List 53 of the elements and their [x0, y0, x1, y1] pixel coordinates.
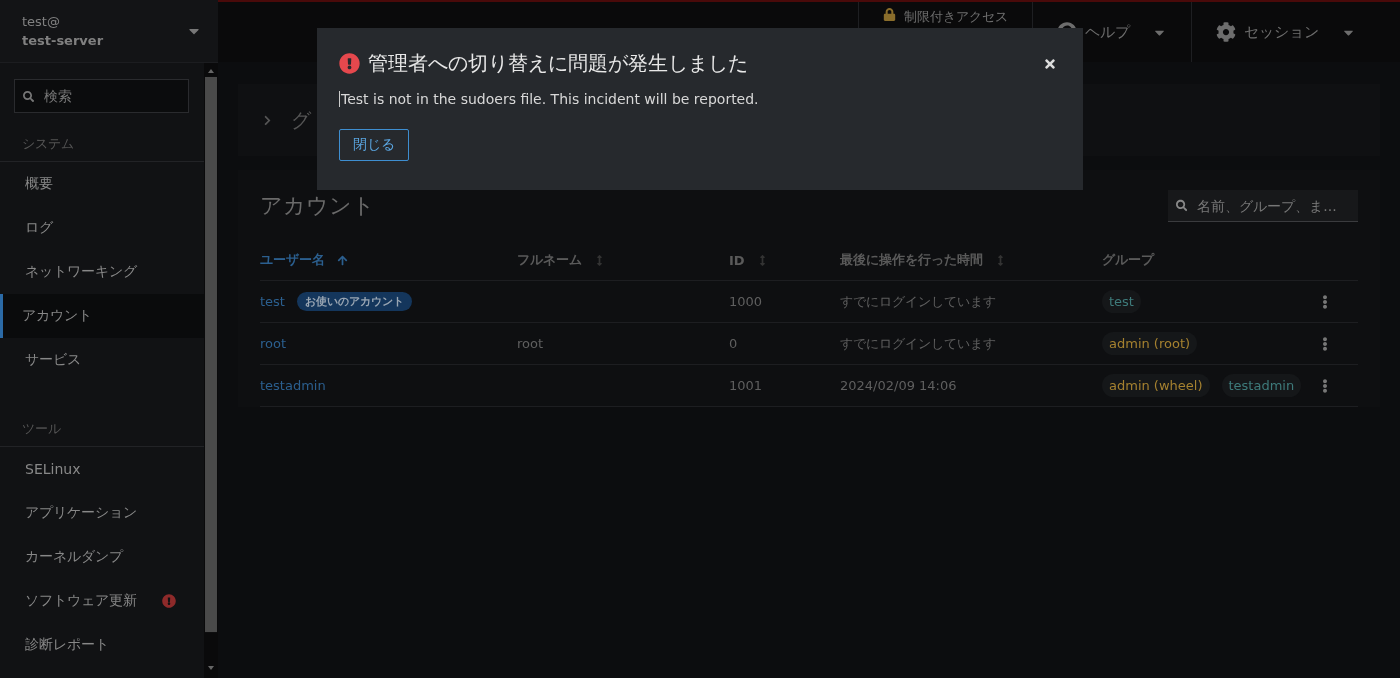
sidebar-item[interactable]: サービス [0, 338, 204, 382]
lock-icon [883, 8, 896, 21]
sidebar-item[interactable]: ログ [0, 206, 204, 250]
account-badge: お使いのアカウント [296, 292, 412, 311]
dialog-title: 管理者への切り替えに問題が発生しました [368, 50, 749, 77]
sidebar-item[interactable]: アプリケーション [0, 491, 204, 535]
group-tag: testadmin [1221, 374, 1302, 397]
card-title: アカウント [260, 192, 375, 220]
username-link[interactable]: test [260, 294, 285, 309]
table-cell: 1000 [729, 294, 763, 309]
username-link[interactable]: root [260, 336, 287, 351]
table-cell: root [517, 336, 544, 351]
group-tag: admin (root) [1102, 332, 1198, 355]
table-cell: 0 [729, 336, 738, 351]
chevron-icon [262, 114, 273, 126]
table-cell: すでにログインしています [840, 292, 996, 311]
group-tag: admin (wheel) [1102, 374, 1210, 397]
column-header[interactable]: グループ [1102, 240, 1318, 281]
table-cell: 1001 [729, 378, 763, 393]
close-icon [1043, 56, 1057, 71]
scrollbar[interactable] [204, 63, 218, 678]
sidebar-item[interactable]: 診断レポート [0, 623, 204, 667]
session-menu[interactable]: セッション [1191, 2, 1380, 62]
column-header[interactable]: ID [729, 240, 840, 281]
table-cell: すでにログインしています [840, 334, 996, 353]
group-tag: test [1102, 290, 1141, 313]
dialog-message: Test is not in the sudoers file. This incident will be reported. [339, 91, 1061, 107]
error-icon [339, 53, 360, 74]
search-icon [23, 89, 35, 103]
sidebar-item[interactable]: SELinux [0, 447, 204, 491]
column-header[interactable]: 最後に操作を行った時間 [840, 240, 1102, 281]
host-server: test-server [22, 33, 104, 48]
host-user: test@ [22, 14, 61, 29]
username-link[interactable]: testadmin [260, 378, 326, 393]
sidebar-item[interactable]: ソフトウェア更新 [0, 579, 204, 623]
filter-box[interactable]: 名前、グループ、ま... [1168, 190, 1358, 222]
settings-icon [1216, 22, 1236, 42]
sidebar-item[interactable]: 概要 [0, 162, 204, 206]
sidebar-item[interactable]: アカウント [0, 294, 204, 338]
search-box[interactable]: 検索 [14, 79, 189, 113]
breadcrumb-text: グ [291, 106, 311, 134]
search-field[interactable]: 検索 [42, 87, 180, 105]
close-dialog-button[interactable]: 閉じる [339, 129, 409, 161]
table-cell: 2024/02/09 14:06 [840, 378, 957, 393]
sort-ascending-icon[interactable] [337, 254, 348, 266]
filter-field[interactable]: 名前、グループ、ま... [1195, 196, 1350, 215]
sort-icon[interactable] [995, 254, 1006, 266]
sidebar-item[interactable]: カーネルダンプ [0, 535, 204, 579]
column-header[interactable]: ユーザー名 [260, 240, 517, 281]
column-header[interactable]: フルネーム [517, 240, 729, 281]
sidebar-item[interactable]: ネットワーキング [0, 250, 204, 294]
sort-icon[interactable] [594, 254, 605, 266]
search-icon [1176, 199, 1188, 212]
